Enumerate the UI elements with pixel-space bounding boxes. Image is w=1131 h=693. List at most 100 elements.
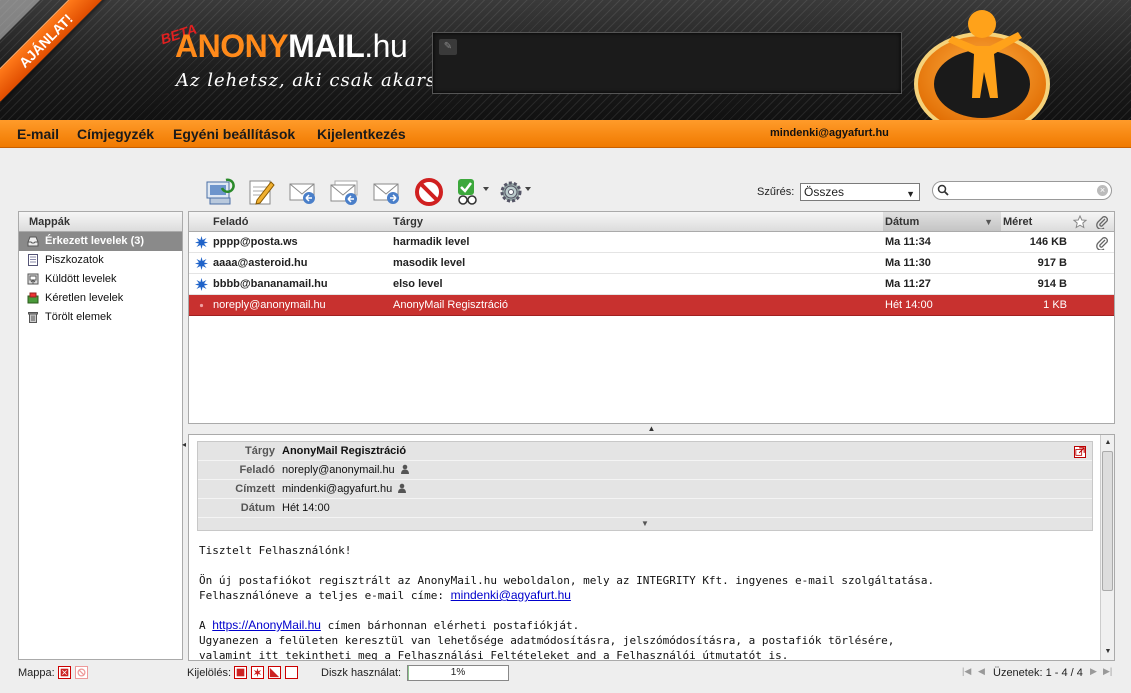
scroll-down-icon[interactable]: ▼ <box>1102 645 1114 659</box>
forward-icon[interactable] <box>371 176 403 208</box>
drafts-icon <box>28 254 38 266</box>
header-from-value: noreply@anonymail.hu <box>282 461 410 480</box>
filter-label: Szűrés: <box>757 186 795 198</box>
body-line-3-post: címen bárhonnan elérheti postafiókját. <box>320 619 580 632</box>
nav-logout[interactable]: Kijelentkezés <box>317 126 406 142</box>
row-size: 917 B <box>1037 257 1067 269</box>
clear-search-icon[interactable]: × <box>1097 185 1108 196</box>
nav-email[interactable]: E-mail <box>17 126 59 142</box>
row-date: Ma 11:34 <box>885 236 931 248</box>
folder-label: Piszkozatok <box>45 254 104 266</box>
preview-scrollbar[interactable]: ▲ ▼ <box>1100 435 1114 660</box>
header-subject-row: Tárgy AnonyMail Regisztráció <box>198 442 1092 461</box>
unread-icon[interactable] <box>195 278 208 291</box>
horizontal-splitter[interactable]: ▲ <box>188 424 1115 434</box>
row-date: Ma 11:27 <box>885 278 931 290</box>
col-subject[interactable]: Tárgy <box>393 212 423 231</box>
website-link[interactable]: https://AnonyMail.hu <box>212 618 321 632</box>
body-line-4: Ugyanezen a felületen keresztül van lehe… <box>199 634 895 647</box>
body-line-3-pre: A <box>199 619 213 632</box>
compact-folder-icon[interactable] <box>75 666 88 679</box>
reply-all-icon[interactable] <box>329 176 361 208</box>
expand-headers-icon[interactable]: ▼ <box>198 517 1092 530</box>
ad-banner[interactable]: ✎ <box>432 32 902 94</box>
row-size: 914 B <box>1037 278 1067 290</box>
from-address[interactable]: noreply@anonymail.hu <box>282 464 395 476</box>
row-from: pppp@posta.ws <box>213 236 298 248</box>
logo[interactable]: ANONYMAIL.hu <box>175 28 408 65</box>
search-icon[interactable] <box>937 184 949 196</box>
filter-select[interactable]: Összes ▼ <box>800 183 920 201</box>
quota-bar: 1% <box>407 665 509 681</box>
read-dot-icon[interactable] <box>195 299 208 312</box>
header-date-row: Dátum Hét 14:00 <box>198 499 1092 518</box>
folder-panel-title: Mappák <box>19 212 182 232</box>
delete-icon[interactable] <box>413 176 445 208</box>
person-icon[interactable] <box>400 464 410 474</box>
folder-inbox[interactable]: Érkezett levelek (3) <box>19 232 182 251</box>
body-line-2-text: Felhasználóneve a teljes e-mail címe: <box>199 589 451 602</box>
current-user: mindenki@agyafurt.hu <box>770 127 889 139</box>
table-row[interactable]: bbbb@bananamail.hu elso level Ma 11:27 9… <box>189 274 1114 295</box>
row-size: 146 KB <box>1029 236 1067 248</box>
next-page-icon[interactable]: ▶ <box>1090 666 1097 677</box>
plugin-icon: ✎ <box>439 39 457 55</box>
first-page-icon[interactable]: |◀ <box>962 666 971 677</box>
empty-folder-icon[interactable] <box>58 666 71 679</box>
folder-label: Törölt elemek <box>45 311 112 323</box>
attachment-icon <box>1096 237 1108 250</box>
folder-trash[interactable]: Törölt elemek <box>19 308 182 327</box>
message-count: Üzenetek: 1 - 4 / 4 <box>993 667 1083 679</box>
search-input[interactable]: × <box>932 181 1112 200</box>
select-unread-icon[interactable] <box>251 666 264 679</box>
table-row[interactable]: aaaa@asteroid.hu masodik level Ma 11:30 … <box>189 253 1114 274</box>
main-nav: E-mail Címjegyzék Egyéni beállítások Kij… <box>0 120 1131 148</box>
email-link[interactable]: mindenki@agyafurt.hu <box>451 588 571 602</box>
check-mail-icon[interactable] <box>204 176 236 208</box>
quota-label: Diszk használat: <box>321 667 402 679</box>
nav-address-book[interactable]: Címjegyzék <box>77 126 154 142</box>
scroll-thumb[interactable] <box>1102 451 1113 591</box>
row-size: 1 KB <box>1043 299 1067 311</box>
last-page-icon[interactable]: ▶| <box>1103 666 1112 677</box>
invert-selection-icon[interactable] <box>268 666 281 679</box>
folder-panel: Mappák Érkezett levelek (3) Piszkozatok … <box>18 211 183 660</box>
sort-desc-icon: ▼ <box>984 217 993 227</box>
table-row[interactable]: pppp@posta.ws harmadik level Ma 11:34 14… <box>189 232 1114 253</box>
logo-hu: .hu <box>364 28 408 64</box>
person-icon[interactable] <box>397 483 407 493</box>
row-from: noreply@anonymail.hu <box>213 299 326 311</box>
unread-icon[interactable] <box>195 257 208 270</box>
quota-fill <box>408 666 409 680</box>
body-greeting: Tisztelt Felhasználónk! <box>199 544 352 557</box>
table-row-selected[interactable]: noreply@anonymail.hu AnonyMail Regisztrá… <box>189 295 1114 316</box>
unread-icon[interactable] <box>195 236 208 249</box>
attachment-column-icon[interactable] <box>1095 215 1109 229</box>
row-date: Ma 11:30 <box>885 257 931 269</box>
row-subject: harmadik level <box>393 236 470 248</box>
gear-icon[interactable] <box>497 176 533 208</box>
mark-as-icon[interactable] <box>455 176 491 208</box>
row-from: bbbb@bananamail.hu <box>213 278 328 290</box>
col-size[interactable]: Méret <box>1003 212 1032 231</box>
scroll-up-icon[interactable]: ▲ <box>1102 436 1114 450</box>
nav-settings[interactable]: Egyéni beállítások <box>173 126 295 142</box>
select-none-icon[interactable] <box>285 666 298 679</box>
folder-junk[interactable]: Kéretlen levelek <box>19 289 182 308</box>
folder-label: Érkezett levelek (3) <box>45 235 145 247</box>
star-column-icon[interactable] <box>1073 215 1087 229</box>
preview-headers: Tárgy AnonyMail Regisztráció Feladó nore… <box>197 441 1093 531</box>
compose-icon[interactable] <box>245 176 277 208</box>
to-address[interactable]: mindenki@agyafurt.hu <box>282 483 392 495</box>
folder-drafts[interactable]: Piszkozatok <box>19 251 182 270</box>
chevron-down-icon: ▼ <box>906 189 915 199</box>
folder-label: Kéretlen levelek <box>45 292 124 304</box>
folder-sent[interactable]: Küldött levelek <box>19 270 182 289</box>
prev-page-icon[interactable]: ◀ <box>978 666 985 677</box>
col-date[interactable]: Dátum ▼ <box>883 212 1001 231</box>
select-all-icon[interactable] <box>234 666 247 679</box>
col-from[interactable]: Feladó <box>213 212 248 231</box>
open-in-new-window-icon[interactable] <box>1074 446 1086 458</box>
folder-label: Küldött levelek <box>45 273 117 285</box>
reply-icon[interactable] <box>287 176 319 208</box>
